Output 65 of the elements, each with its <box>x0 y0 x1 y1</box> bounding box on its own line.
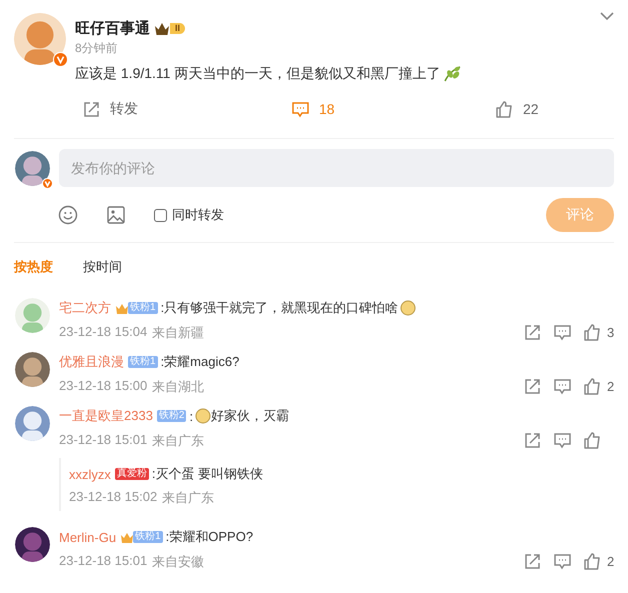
comment-time: 23-12-18 15:02 <box>69 489 158 506</box>
comment-field[interactable]: 发布你的评论 <box>59 149 614 187</box>
checkbox[interactable] <box>154 208 167 222</box>
comment-icon[interactable] <box>553 552 572 571</box>
post-text: 应该是 1.9/1.11 两天当中的一天，但是貌似又和黑厂撞上了 <box>75 65 440 83</box>
thumbs-up-icon <box>495 100 514 118</box>
comment-icon[interactable] <box>553 323 572 342</box>
author-name[interactable]: 旺仔百事通 <box>75 18 150 38</box>
sort-tab[interactable]: 按时间 <box>83 258 122 276</box>
comment-text: 好家伙，灭霸 <box>211 407 290 425</box>
comment-time: 23-12-18 15:04 <box>59 324 148 340</box>
comment-text: :荣耀magic6? <box>160 353 240 371</box>
comment-location: 来自安徽 <box>152 552 204 570</box>
like-count: 2 <box>607 379 614 394</box>
thumbs-up-icon[interactable] <box>583 431 602 450</box>
crown-icon <box>120 530 134 544</box>
crown-icon <box>115 302 129 314</box>
post-time: 8分钟前 <box>75 40 119 57</box>
fan-badge: 铁粉1 <box>128 302 158 314</box>
emoji-icon <box>400 300 416 316</box>
share-icon[interactable] <box>523 552 542 571</box>
sort-tab[interactable]: 按热度 <box>14 258 53 276</box>
comment-time: 23-12-18 15:01 <box>59 552 148 570</box>
thumbs-up-icon[interactable] <box>583 552 602 571</box>
emoji-icon <box>195 408 212 424</box>
comment-icon[interactable] <box>553 431 572 450</box>
comment-time: 23-12-18 15:01 <box>59 432 148 448</box>
comment-text: :灭个蛋 要叫钢铁侠 <box>152 465 264 483</box>
comment-location: 来自新疆 <box>152 324 204 342</box>
level-badge: II <box>170 22 186 34</box>
like-count: 3 <box>607 325 614 340</box>
crown-icon <box>154 22 170 34</box>
commenter-name[interactable]: 优雅且浪漫 <box>59 353 124 371</box>
commenter-name[interactable]: 一直是欧皇2333 <box>59 407 153 425</box>
image-icon[interactable] <box>106 205 126 225</box>
comment-text: : <box>189 408 194 424</box>
commenter-name[interactable]: 宅二次方 <box>59 299 111 317</box>
leaf-icon <box>442 65 462 83</box>
comment-time: 23-12-18 15:00 <box>59 378 148 394</box>
fan-badge: 真爱粉 <box>114 468 149 480</box>
fan-badge: 铁粉1 <box>133 531 163 543</box>
comment-location: 来自广东 <box>152 432 204 450</box>
checkbox-label[interactable]: 同时转发 <box>172 206 224 224</box>
repost-button[interactable]: 转发 <box>82 97 291 121</box>
comment-text: :只有够强干就完了，就黑现在的口碑怕啥 <box>160 299 398 317</box>
thumbs-up-icon[interactable] <box>583 323 602 342</box>
commenter-name[interactable]: xxzlyzx <box>69 466 111 482</box>
fan-badge: 铁粉1 <box>128 356 158 368</box>
share-icon <box>82 100 101 118</box>
comment-button[interactable]: 18 <box>291 97 495 121</box>
commenter-name[interactable]: Merlin-Gu <box>59 530 116 544</box>
comment-location: 来自湖北 <box>152 378 204 396</box>
fan-badge: 铁粉2 <box>156 410 186 422</box>
share-icon[interactable] <box>523 431 542 450</box>
like-count: 2 <box>607 554 614 569</box>
comment-icon[interactable] <box>553 377 572 396</box>
like-button[interactable]: 22 <box>495 97 539 121</box>
comment-icon <box>291 100 310 118</box>
comment-location: 来自广东 <box>162 489 214 507</box>
share-icon[interactable] <box>523 377 542 396</box>
chevron-down-icon[interactable] <box>600 12 614 21</box>
thumbs-up-icon[interactable] <box>583 377 602 396</box>
share-icon[interactable] <box>523 323 542 342</box>
emoji-icon[interactable] <box>58 205 78 225</box>
comment-text: :荣耀和OPPO? <box>166 528 254 546</box>
